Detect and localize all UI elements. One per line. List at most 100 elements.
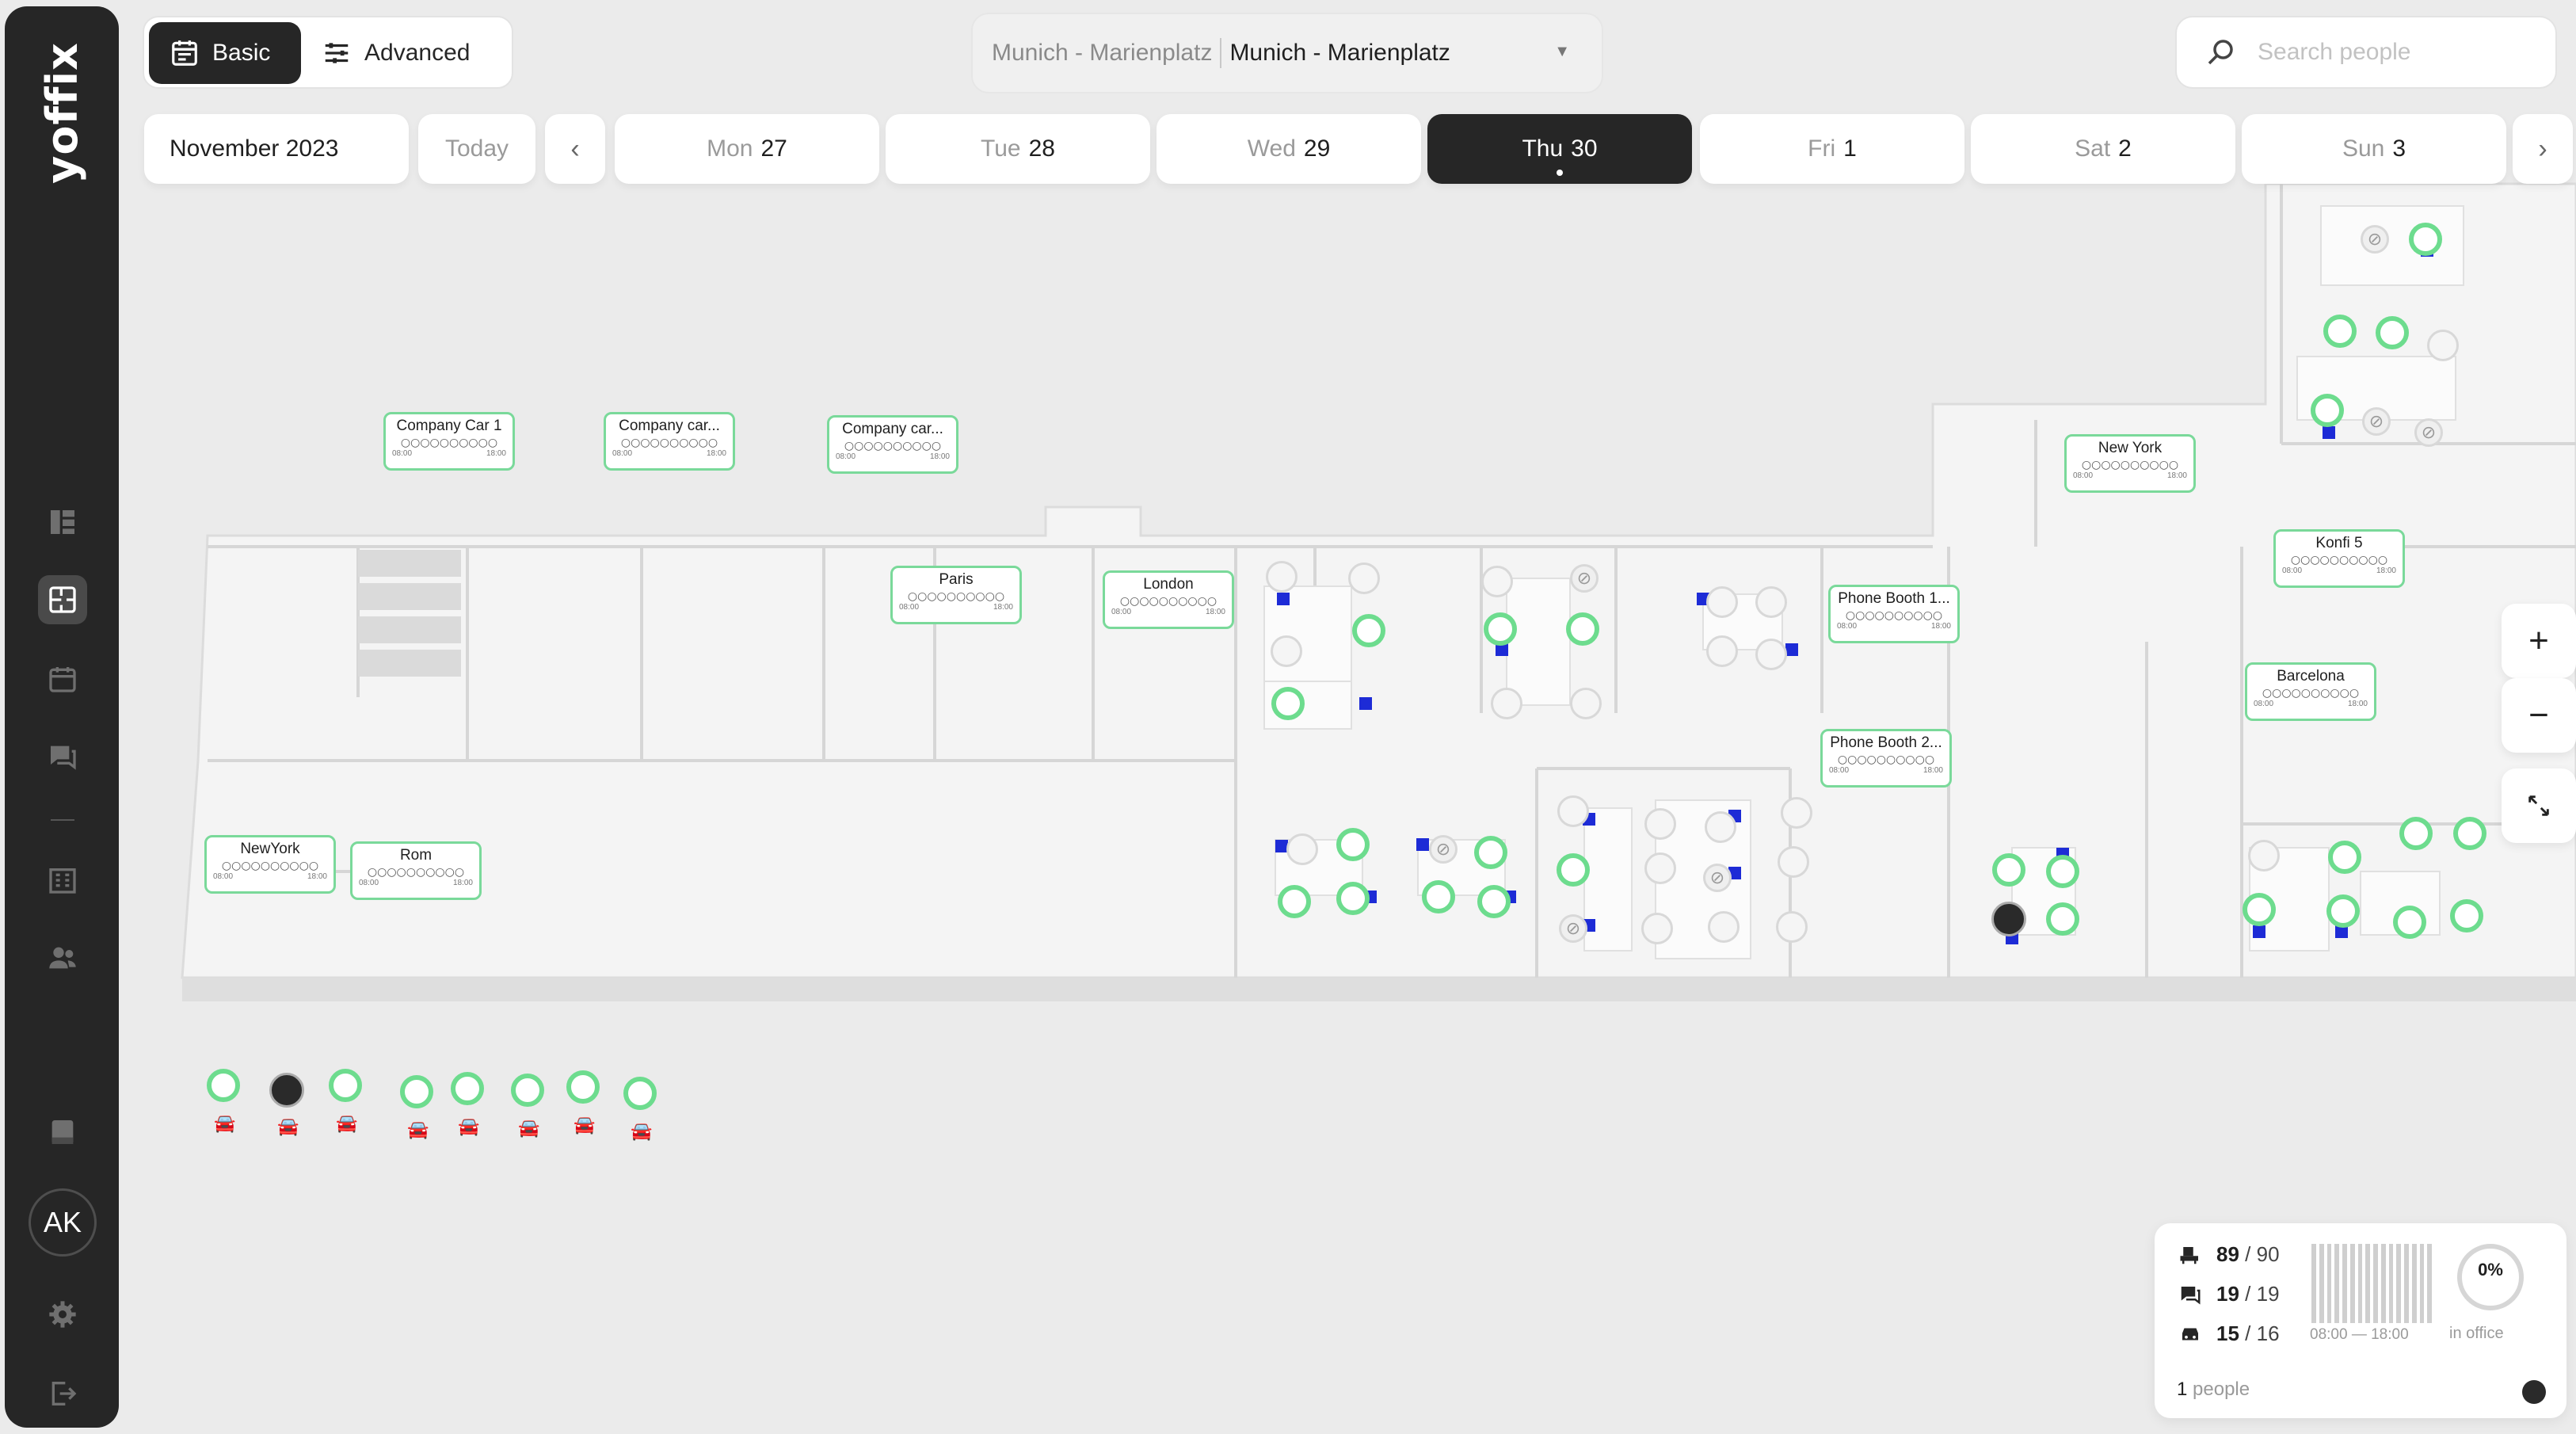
parking-spot-available[interactable] — [400, 1075, 433, 1108]
search-input[interactable] — [2256, 38, 2528, 67]
chat-icon[interactable] — [38, 732, 87, 781]
desk-seat-booked[interactable] — [1706, 586, 1738, 618]
room-label-konfi-5[interactable]: Konfi 5 ○○○○○○○○○○ 08:00 18:00 — [2273, 529, 2405, 588]
day-fri[interactable]: Fri 1 — [1700, 114, 1964, 184]
settings-icon[interactable] — [38, 1290, 87, 1339]
desk-seat-booked[interactable] — [2248, 840, 2280, 871]
desk-seat-booked[interactable] — [1570, 688, 1602, 719]
desk-seat-booked[interactable] — [1705, 811, 1736, 843]
desk-seat-available[interactable] — [1278, 885, 1311, 918]
desk-seat-booked[interactable] — [1776, 911, 1808, 943]
day-tue[interactable]: Tue 28 — [886, 114, 1150, 184]
desk-seat-booked[interactable] — [1641, 913, 1673, 944]
room-label-london[interactable]: London ○○○○○○○○○○ 08:00 18:00 — [1103, 570, 1234, 629]
desk-seat-booked[interactable] — [1781, 797, 1812, 829]
desk-seat-available[interactable] — [2399, 817, 2433, 850]
month-picker[interactable]: November 2023 — [144, 114, 409, 184]
chevron-left-icon[interactable]: ‹ — [545, 114, 605, 184]
desk-seat-available[interactable] — [1352, 614, 1385, 647]
desk-seat-booked[interactable] — [1755, 586, 1787, 618]
parking-spot-available[interactable] — [511, 1074, 544, 1107]
day-sun[interactable]: Sun 3 — [2242, 114, 2506, 184]
logout-icon[interactable] — [38, 1369, 87, 1418]
desk-seat-available[interactable] — [2393, 906, 2426, 939]
room-label-new-york[interactable]: New York ○○○○○○○○○○ 08:00 18:00 — [2064, 434, 2196, 493]
desk-seat-available[interactable] — [2323, 315, 2357, 348]
room-label-company-car-2[interactable]: Company car... ○○○○○○○○○○ 08:00 18:00 — [604, 412, 735, 471]
room-label-rom[interactable]: Rom ○○○○○○○○○○ 08:00 18:00 — [350, 841, 482, 900]
parking-spot-available[interactable] — [566, 1070, 600, 1104]
desk-seat-available[interactable] — [2328, 841, 2361, 874]
desk-seat-booked[interactable] — [1778, 846, 1809, 878]
users-icon[interactable] — [38, 933, 87, 982]
room-label-company-car-3[interactable]: Company car... ○○○○○○○○○○ 08:00 18:00 — [827, 415, 958, 474]
building-icon[interactable] — [38, 856, 87, 905]
calendar-icon[interactable] — [38, 654, 87, 704]
desk-seat-booked[interactable] — [1266, 561, 1298, 593]
desk-seat-booked[interactable] — [2427, 330, 2459, 361]
floor-plan[interactable]: Company Car 1 ○○○○○○○○○○ 08:00 18:00 Comp… — [0, 0, 2576, 1434]
desk-seat-available[interactable] — [1992, 853, 2025, 887]
room-label-paris[interactable]: Paris ○○○○○○○○○○ 08:00 18:00 — [890, 566, 1022, 624]
location-select[interactable]: Munich - Marienplatz Munich - Marienplat… — [971, 13, 1603, 93]
desk-seat-available[interactable] — [1484, 612, 1517, 646]
desk-seat-available[interactable] — [2046, 855, 2079, 888]
desk-seat-booked[interactable] — [1491, 688, 1522, 719]
desk-seat-available[interactable] — [2326, 894, 2360, 928]
room-label-company-car-1[interactable]: Company Car 1 ○○○○○○○○○○ 08:00 18:00 — [383, 412, 515, 471]
desk-seat-booked[interactable] — [1644, 852, 1676, 884]
expand-icon[interactable] — [2502, 768, 2576, 843]
desk-seat-available[interactable] — [2376, 316, 2409, 349]
floorplan-icon[interactable] — [38, 575, 87, 624]
people-avatar[interactable] — [2522, 1380, 2546, 1404]
day-wed[interactable]: Wed 29 — [1157, 114, 1421, 184]
parking-spot-available[interactable] — [623, 1077, 657, 1110]
desk-seat-booked[interactable] — [1271, 635, 1302, 667]
desk-seat-booked[interactable] — [1481, 566, 1513, 597]
parking-spot-available[interactable] — [329, 1069, 362, 1102]
user-avatar-seat[interactable] — [1991, 902, 2026, 936]
desk-seat-booked[interactable] — [1706, 635, 1738, 667]
parking-spot-available[interactable] — [207, 1069, 240, 1102]
room-label-newyork[interactable]: NewYork ○○○○○○○○○○ 08:00 18:00 — [204, 835, 336, 894]
dashboard-icon[interactable] — [38, 498, 87, 547]
zoom-out-button[interactable]: − — [2502, 678, 2576, 753]
desk-seat-available[interactable] — [2453, 817, 2486, 850]
desk-seat-available[interactable] — [2311, 394, 2344, 427]
desk-seat-booked[interactable] — [1557, 795, 1589, 827]
desk-seat-blocked: ⊘ — [1703, 864, 1732, 892]
today-button[interactable]: Today — [418, 114, 535, 184]
desk-seat-available[interactable] — [2450, 899, 2483, 932]
user-avatar[interactable]: AK — [29, 1188, 97, 1257]
parking-spot-available[interactable] — [451, 1072, 484, 1105]
desk-seat-booked[interactable] — [1348, 563, 1380, 594]
desk-seat-available[interactable] — [1336, 828, 1370, 861]
desk-seat-available[interactable] — [1557, 853, 1590, 887]
desk-seat-available[interactable] — [1271, 687, 1305, 720]
app-logo[interactable]: yoffix — [24, 41, 100, 184]
notes-icon[interactable] — [38, 1108, 87, 1157]
desk-seat-booked[interactable] — [1644, 808, 1676, 840]
desk-seat-available[interactable] — [1422, 880, 1455, 913]
day-mon[interactable]: Mon 27 — [615, 114, 879, 184]
desk-seat-available[interactable] — [1477, 885, 1511, 918]
desk-seat-available[interactable] — [2046, 902, 2079, 936]
chevron-right-icon[interactable]: › — [2513, 114, 2573, 184]
basic-mode-button[interactable]: Basic — [149, 22, 301, 84]
room-label-barcelona[interactable]: Barcelona ○○○○○○○○○○ 08:00 18:00 — [2245, 662, 2376, 721]
desk-seat-available[interactable] — [2409, 223, 2442, 256]
day-thu-selected[interactable]: Thu 30 — [1427, 114, 1692, 184]
room-label-phone-booth-2[interactable]: Phone Booth 2... ○○○○○○○○○○ 08:00 18:00 — [1820, 729, 1952, 788]
desk-seat-booked[interactable] — [1286, 833, 1318, 865]
parking-spot-user[interactable] — [269, 1073, 304, 1108]
desk-seat-available[interactable] — [1474, 836, 1507, 869]
day-sat[interactable]: Sat 2 — [1971, 114, 2235, 184]
advanced-mode-button[interactable]: Advanced — [314, 22, 505, 84]
zoom-in-button[interactable]: + — [2502, 604, 2576, 678]
room-label-phone-booth-1[interactable]: Phone Booth 1... ○○○○○○○○○○ 08:00 18:00 — [1828, 585, 1960, 643]
desk-seat-available[interactable] — [1566, 612, 1599, 646]
desk-seat-booked[interactable] — [1755, 639, 1787, 670]
desk-seat-booked[interactable] — [1708, 911, 1740, 943]
desk-seat-available[interactable] — [1336, 882, 1370, 915]
desk-seat-available[interactable] — [2243, 893, 2276, 926]
